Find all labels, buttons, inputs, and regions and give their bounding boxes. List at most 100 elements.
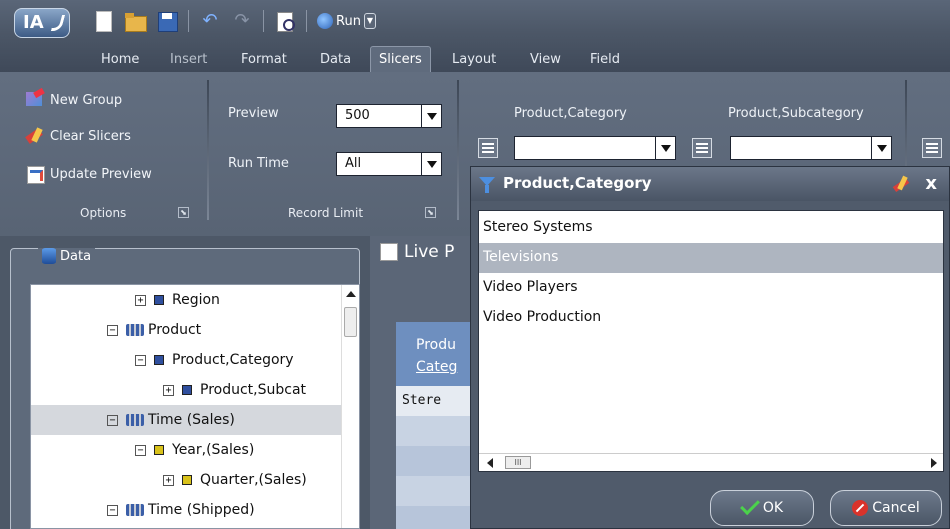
dialog-title-bar[interactable]: Product,Category x (471, 167, 949, 201)
open-folder-icon[interactable] (124, 10, 147, 32)
tab-data[interactable]: Data (320, 52, 351, 67)
run-button[interactable]: Run ▼ (317, 13, 376, 29)
live-preview-column-header: Produ Categ (396, 322, 476, 386)
tree-item-product-subcategory[interactable]: + Product,Subcat (31, 375, 343, 405)
close-icon[interactable]: x (925, 173, 937, 194)
list-item[interactable]: Stereo Systems (479, 213, 943, 243)
dimension-icon (126, 324, 144, 336)
collapse-icon[interactable]: − (135, 444, 146, 456)
tab-field[interactable]: Field (590, 52, 620, 67)
preview-label: Preview (228, 106, 279, 121)
dimension-icon (126, 414, 144, 426)
tree-item-time-sales[interactable]: − Time (Sales) (31, 405, 343, 435)
update-preview-icon (24, 164, 46, 184)
quick-access-toolbar: ↶ ↷ Run ▼ (92, 6, 376, 36)
app-logo[interactable]: IA (14, 8, 70, 38)
live-preview-row-stripe (396, 506, 476, 529)
list-item[interactable]: Video Production (479, 303, 943, 333)
slicer-product-subcategory-label: Product,Subcategory (728, 106, 864, 121)
field-icon (182, 475, 192, 485)
tree-item-quarter-sales[interactable]: + Quarter,(Sales) (31, 465, 343, 495)
scroll-thumb[interactable]: III (505, 456, 531, 469)
collapse-icon[interactable]: − (107, 414, 118, 426)
ok-button[interactable]: OK (710, 490, 814, 526)
field-icon (154, 355, 164, 365)
chevron-down-icon[interactable] (655, 137, 675, 159)
ribbon-tabs: Home Insert Format Data Slicers Layout V… (0, 46, 950, 72)
options-launcher-icon[interactable]: ⬊ (178, 207, 189, 218)
tab-format[interactable]: Format (241, 52, 287, 67)
chevron-down-icon[interactable] (421, 105, 441, 127)
slicer-options-icon[interactable] (478, 138, 498, 158)
list-item[interactable]: Televisions (479, 243, 943, 273)
database-icon (42, 248, 56, 264)
slicer-product-subcategory-select[interactable] (730, 136, 892, 160)
tab-slicers[interactable]: Slicers (370, 46, 431, 72)
live-preview-icon (380, 243, 398, 261)
slicer-value-list[interactable]: Stereo Systems Televisions Video Players… (478, 210, 944, 472)
filter-icon (479, 177, 495, 193)
eraser-icon (24, 126, 46, 146)
scroll-left-icon[interactable] (487, 458, 493, 468)
update-preview-button[interactable]: Update Preview (24, 164, 152, 184)
scroll-right-icon[interactable] (931, 458, 937, 468)
chevron-down-icon[interactable] (871, 137, 891, 159)
tree-item-region[interactable]: + Region (31, 285, 343, 315)
redo-icon: ↷ (234, 10, 250, 31)
tab-layout[interactable]: Layout (452, 52, 496, 67)
scroll-thumb[interactable] (344, 307, 357, 337)
group-separator (207, 80, 209, 220)
slicer-options-icon[interactable] (692, 138, 712, 158)
print-preview-icon[interactable] (274, 10, 296, 32)
tree-item-year-sales[interactable]: − Year,(Sales) (31, 435, 343, 465)
tab-insert: Insert (170, 52, 208, 67)
expand-icon[interactable]: + (163, 474, 174, 486)
tab-home[interactable]: Home (101, 52, 139, 67)
collapse-icon[interactable]: − (135, 354, 146, 366)
runtime-label: Run Time (228, 156, 289, 171)
checkmark-icon (739, 495, 760, 516)
data-tree[interactable]: + Region − Product − Product,Category + … (30, 284, 360, 529)
field-icon (182, 385, 192, 395)
list-horizontal-scrollbar[interactable]: III (479, 453, 943, 471)
live-preview-row-stripe (396, 446, 476, 476)
cancel-icon (852, 500, 869, 516)
chevron-down-icon[interactable] (421, 153, 441, 175)
collapse-icon[interactable]: − (107, 324, 118, 336)
group-separator (457, 80, 459, 220)
tree-item-product-category[interactable]: − Product,Category (31, 345, 343, 375)
tree-item-product[interactable]: − Product (31, 315, 343, 345)
live-preview-cell: Stere (396, 386, 476, 416)
tree-scrollbar[interactable] (341, 285, 359, 528)
preview-limit-select[interactable]: 500 (336, 104, 442, 128)
dimension-icon (126, 504, 144, 516)
new-group-button[interactable]: New Group (24, 90, 122, 110)
toolbar-separator (188, 10, 189, 32)
collapse-icon[interactable]: − (107, 504, 118, 516)
field-icon (154, 295, 164, 305)
cancel-button[interactable]: Cancel (830, 490, 942, 526)
slicer-product-category-select[interactable] (514, 136, 676, 160)
list-item[interactable]: Video Players (479, 273, 943, 303)
undo-icon[interactable]: ↶ (199, 10, 221, 32)
toolbar-separator (263, 10, 264, 32)
scroll-up-icon[interactable] (346, 291, 356, 297)
runtime-limit-select[interactable]: All (336, 152, 442, 176)
toolbar-separator (306, 10, 307, 32)
slicer-options-icon[interactable] (922, 138, 942, 158)
expand-icon[interactable]: + (163, 384, 174, 396)
new-document-icon[interactable] (92, 10, 114, 32)
new-group-icon (24, 90, 46, 110)
clear-selection-icon[interactable] (891, 176, 911, 192)
run-dropdown-icon[interactable]: ▼ (363, 13, 376, 29)
record-limit-launcher-icon[interactable]: ⬊ (425, 207, 436, 218)
tab-view[interactable]: View (530, 52, 561, 67)
clear-slicers-button[interactable]: Clear Slicers (24, 126, 131, 146)
data-panel-title: Data (38, 248, 96, 264)
expand-icon[interactable]: + (135, 294, 146, 306)
title-bar: IA ↶ ↷ Run ▼ Home Insert Format Data Sli… (0, 0, 950, 72)
record-limit-group-label: Record Limit (288, 206, 364, 220)
tree-item-time-shipped[interactable]: − Time (Shipped) (31, 495, 343, 525)
save-icon[interactable] (156, 10, 178, 32)
slicer-product-category-label: Product,Category (514, 106, 627, 121)
